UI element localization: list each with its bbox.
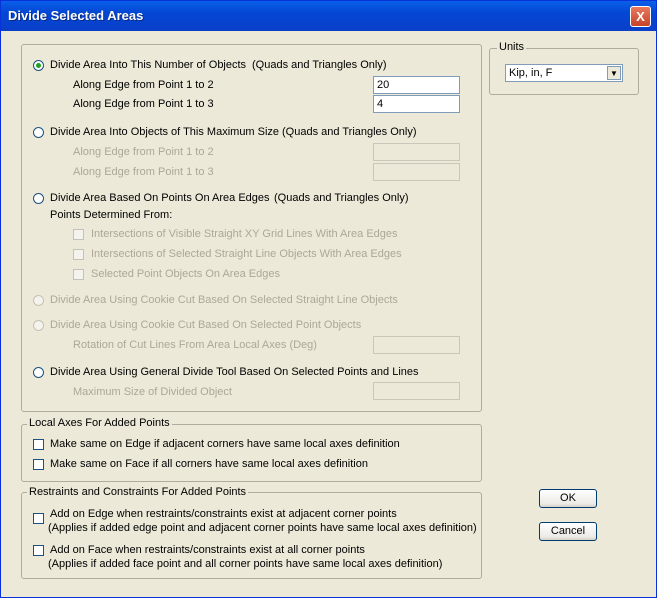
divide-number-label: Divide Area Into This Number of Objects — [50, 59, 247, 71]
divide-max-size-label: Divide Area Into Objects of This Maximum… — [50, 126, 280, 138]
checkbox-line-intersections[interactable] — [73, 249, 84, 260]
max-size-edge-1-3-label: Along Edge from Point 1 to 3 — [73, 166, 214, 178]
checkbox-selected-points[interactable] — [73, 269, 84, 280]
checkbox-restraints-edge[interactable] — [33, 513, 44, 524]
restraints-legend: Restraints and Constraints For Added Poi… — [27, 486, 249, 498]
units-select[interactable]: Kip, in, F ▼ — [505, 64, 623, 82]
units-legend: Units — [497, 41, 527, 53]
radio-divide-number[interactable] — [33, 60, 44, 71]
edge-1-3-label: Along Edge from Point 1 to 3 — [73, 98, 214, 110]
local-axes-group — [21, 424, 482, 482]
max-divided-size-input[interactable] — [373, 382, 460, 400]
cancel-button[interactable]: Cancel — [539, 522, 597, 541]
restraints-face-label: Add on Face when restraints/constraints … — [50, 544, 365, 556]
units-selected-value: Kip, in, F — [509, 67, 553, 79]
selected-points-label: Selected Point Objects On Area Edges — [91, 268, 280, 280]
divide-points-on-edges-note: (Quads and Triangles Only) — [274, 192, 409, 204]
grid-intersections-label: Intersections of Visible Straight XY Gri… — [91, 228, 398, 240]
close-button[interactable]: X — [630, 6, 651, 27]
title-bar[interactable]: Divide Selected Areas X — [1, 1, 656, 31]
max-size-edge-1-3-input[interactable] — [373, 163, 460, 181]
window-title: Divide Selected Areas — [8, 8, 144, 23]
local-axes-face-label: Make same on Face if all corners have sa… — [50, 458, 368, 470]
cookie-cut-lines-label: Divide Area Using Cookie Cut Based On Se… — [50, 294, 398, 306]
chevron-down-icon[interactable]: ▼ — [607, 66, 621, 80]
checkbox-restraints-face[interactable] — [33, 545, 44, 556]
edge-1-2-input[interactable]: 20 — [373, 76, 460, 94]
edge-1-2-label: Along Edge from Point 1 to 2 — [73, 79, 214, 91]
divide-max-size-note: (Quads and Triangles Only) — [282, 126, 417, 138]
checkbox-local-axes-edge[interactable] — [33, 439, 44, 450]
radio-selected-dot — [36, 63, 41, 68]
radio-divide-max-size[interactable] — [33, 127, 44, 138]
restraints-edge-note: (Applies if added edge point and adjacen… — [48, 522, 477, 534]
local-axes-edge-label: Make same on Edge if adjacent corners ha… — [50, 438, 400, 450]
restraints-face-note: (Applies if added face point and all cor… — [48, 558, 443, 570]
divide-number-note: (Quads and Triangles Only) — [252, 59, 387, 71]
divide-points-on-edges-label: Divide Area Based On Points On Area Edge… — [50, 192, 270, 204]
checkbox-grid-intersections[interactable] — [73, 229, 84, 240]
checkbox-local-axes-face[interactable] — [33, 459, 44, 470]
max-size-edge-1-2-label: Along Edge from Point 1 to 2 — [73, 146, 214, 158]
restraints-edge-label: Add on Edge when restraints/constraints … — [50, 508, 397, 520]
radio-divide-points-on-edges[interactable] — [33, 193, 44, 204]
rotation-label: Rotation of Cut Lines From Area Local Ax… — [73, 339, 317, 351]
radio-cookie-cut-points[interactable] — [33, 320, 44, 331]
line-intersections-label: Intersections of Selected Straight Line … — [91, 248, 402, 260]
max-size-edge-1-2-input[interactable] — [373, 143, 460, 161]
radio-general-divide[interactable] — [33, 367, 44, 378]
cookie-cut-points-label: Divide Area Using Cookie Cut Based On Se… — [50, 319, 362, 331]
ok-button[interactable]: OK — [539, 489, 597, 508]
points-determined-from-label: Points Determined From: — [50, 209, 173, 221]
general-divide-label: Divide Area Using General Divide Tool Ba… — [50, 366, 419, 378]
dialog-window: Divide Selected Areas X Divide Area Into… — [0, 0, 657, 598]
max-divided-size-label: Maximum Size of Divided Object — [73, 386, 232, 398]
rotation-input[interactable] — [373, 336, 460, 354]
radio-cookie-cut-lines[interactable] — [33, 295, 44, 306]
local-axes-legend: Local Axes For Added Points — [27, 417, 172, 429]
edge-1-3-input[interactable]: 4 — [373, 95, 460, 113]
